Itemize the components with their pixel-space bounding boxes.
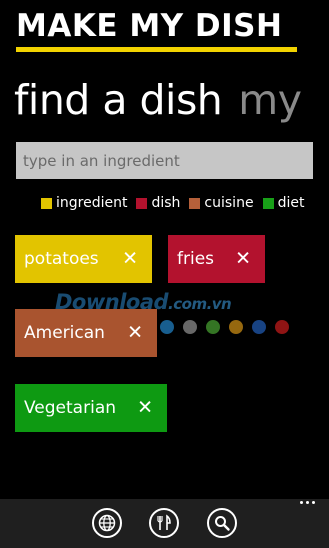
legend-swatch-cuisine <box>189 197 201 209</box>
globe-icon <box>98 514 116 532</box>
search-button[interactable] <box>207 508 237 538</box>
legend-label: diet <box>277 195 305 211</box>
legend-item-cuisine: cuisine <box>189 195 254 211</box>
legend: ingredient dish cuisine diet <box>41 195 304 211</box>
watermark-dot <box>183 320 197 334</box>
legend-label: cuisine <box>204 195 254 211</box>
more-icon[interactable] <box>297 501 315 504</box>
tag-diet-vegetarian[interactable]: Vegetarian ✕ <box>15 384 167 432</box>
watermark-dot <box>275 320 289 334</box>
tag-label: fries <box>177 249 215 269</box>
close-icon[interactable]: ✕ <box>235 249 251 269</box>
legend-swatch-dish <box>136 197 148 209</box>
watermark-domain: .com.vn <box>168 295 232 313</box>
pivot-item-find-a-dish[interactable]: find a dish <box>14 76 223 124</box>
legend-swatch-diet <box>262 197 274 209</box>
app-title: MAKE MY DISH <box>16 8 283 44</box>
watermark-dot <box>160 320 174 334</box>
legend-item-diet: diet <box>262 195 305 211</box>
search-icon <box>215 516 230 531</box>
fork-knife-icon <box>157 514 171 530</box>
tag-cuisine-american[interactable]: American ✕ <box>15 309 157 357</box>
legend-label: dish <box>151 195 181 211</box>
watermark-dots <box>160 320 298 334</box>
tag-dish-fries[interactable]: fries ✕ <box>168 235 265 283</box>
legend-label: ingredient <box>56 195 128 211</box>
close-icon[interactable]: ✕ <box>122 249 138 269</box>
pivot-header: find a dish my <box>14 70 302 130</box>
close-icon[interactable]: ✕ <box>127 323 143 343</box>
legend-item-ingredient: ingredient <box>41 195 127 211</box>
title-underline <box>16 47 297 52</box>
globe-button[interactable] <box>92 508 122 538</box>
watermark-dot <box>206 320 220 334</box>
legend-swatch-ingredient <box>41 197 52 209</box>
legend-item-dish: dish <box>136 195 180 211</box>
watermark-dot <box>229 320 243 334</box>
app-bar <box>0 499 329 548</box>
dishes-button[interactable] <box>149 508 179 538</box>
ingredient-search-input[interactable] <box>16 142 313 179</box>
tag-label: American <box>24 323 105 343</box>
tag-label: Vegetarian <box>24 398 117 418</box>
tag-label: potatoes <box>24 249 99 269</box>
tag-ingredient-potatoes[interactable]: potatoes ✕ <box>15 235 152 283</box>
close-icon[interactable]: ✕ <box>137 398 153 418</box>
watermark-dot <box>252 320 266 334</box>
pivot-item-my[interactable]: my <box>238 76 302 124</box>
